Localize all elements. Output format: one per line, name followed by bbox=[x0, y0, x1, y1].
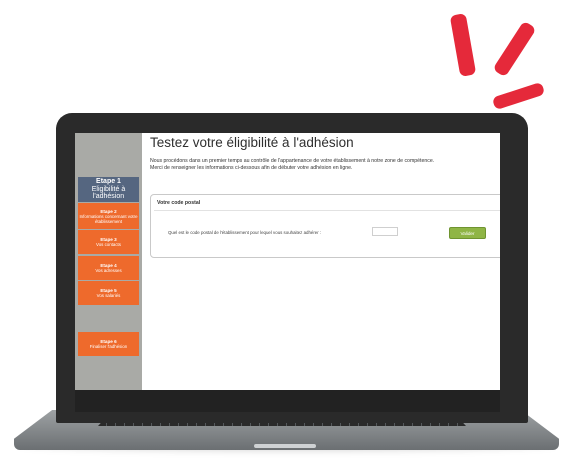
decorative-stroke bbox=[449, 13, 477, 77]
step-5-employees[interactable]: Etape 5 Vos salariés bbox=[78, 281, 139, 305]
step-1-eligibility[interactable]: Etape 1 Eligibilité à l'adhésion bbox=[78, 177, 139, 202]
laptop-screen: Etape 1 Eligibilité à l'adhésion Etape 2… bbox=[75, 133, 500, 390]
page-title: Testez votre éligibilité à l'adhésion bbox=[150, 135, 354, 150]
decorative-stroke bbox=[492, 20, 537, 78]
step-title: Etape 1 bbox=[96, 178, 121, 186]
step-label: Vos salariés bbox=[96, 293, 121, 298]
laptop-trackpad bbox=[254, 444, 316, 448]
divider bbox=[154, 210, 500, 211]
decorative-stroke bbox=[491, 81, 546, 111]
postal-code-panel: Votre code postal Quel est le code posta… bbox=[150, 194, 500, 258]
step-6-finalize[interactable]: Etape 6 Finaliser l'adhésion bbox=[78, 332, 139, 356]
postal-code-question: Quel est le code postal de l'établisseme… bbox=[168, 230, 322, 235]
step-2-establishment[interactable]: Etape 2 Informations concernant votre ét… bbox=[78, 203, 139, 229]
intro-line: Merci de renseigner les informations ci-… bbox=[150, 165, 353, 171]
main-content: Testez votre éligibilité à l'adhésion No… bbox=[142, 133, 500, 390]
panel-title: Votre code postal bbox=[157, 200, 201, 206]
step-label: Eligibilité à l'adhésion bbox=[91, 185, 126, 201]
step-label: Finaliser l'adhésion bbox=[89, 344, 128, 349]
intro-text: Nous procédons dans un premier temps au … bbox=[150, 158, 434, 172]
laptop-screen-bezel bbox=[75, 390, 500, 412]
postal-code-input[interactable] bbox=[372, 227, 398, 236]
step-4-addresses[interactable]: Etape 4 Vos adresses bbox=[78, 256, 139, 280]
intro-line: Nous procédons dans un premier temps au … bbox=[150, 158, 435, 164]
steps-sidebar: Etape 1 Eligibilité à l'adhésion Etape 2… bbox=[75, 133, 142, 390]
step-label: Informations concernant votre établissem… bbox=[79, 213, 138, 224]
validate-button[interactable]: Valider bbox=[449, 227, 486, 239]
step-label: Vos contacts bbox=[96, 242, 121, 247]
step-label: Vos adresses bbox=[95, 268, 122, 273]
step-3-contacts[interactable]: Etape 3 Vos contacts bbox=[78, 230, 139, 254]
